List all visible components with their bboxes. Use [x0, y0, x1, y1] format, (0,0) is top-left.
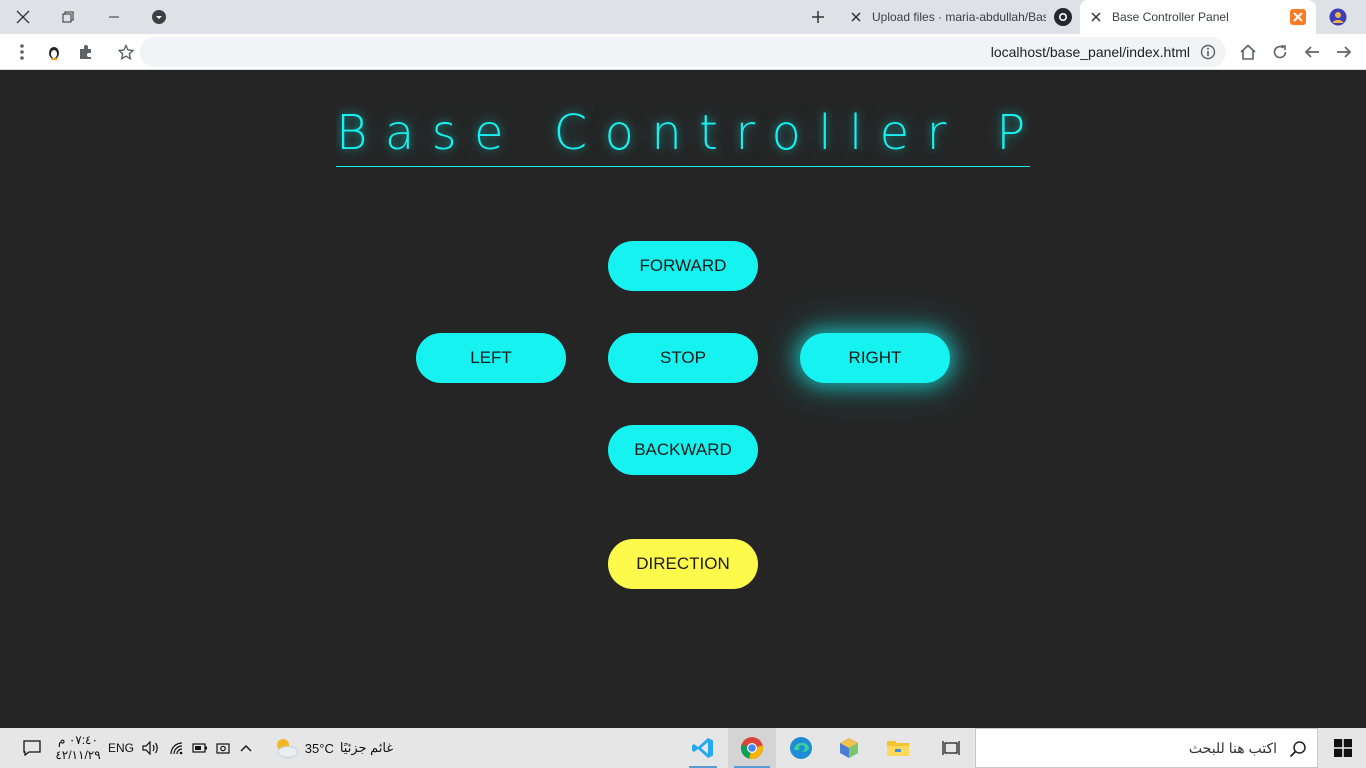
home-button[interactable] — [1236, 40, 1260, 64]
github-icon — [1054, 8, 1072, 26]
taskbar-chrome[interactable] — [728, 728, 776, 768]
tab-strip: Upload files · maria-abdullah/Bas Base C… — [0, 0, 1366, 34]
star-icon — [118, 44, 134, 60]
tab-label: Base Controller Panel — [1112, 10, 1229, 24]
weather-text: غائم جزئيًا — [339, 740, 394, 755]
direction-button[interactable]: DIRECTION — [608, 539, 758, 589]
weather-temp: 35°C — [304, 740, 334, 756]
task-view-icon — [942, 741, 960, 755]
meet-now-button[interactable] — [213, 728, 233, 768]
weather-widget[interactable]: 35°C غائم جزئيًا — [268, 728, 398, 768]
taskbar: ٠٧:٤٠ م ٤٢/١١/٢٩ ENG 35°C غائم جزئيًا اك… — [0, 728, 1366, 768]
forward-button[interactable]: FORWARD — [608, 241, 758, 291]
page-title: Base Controller Panel — [336, 105, 1030, 167]
restore-window-button[interactable] — [45, 0, 91, 34]
profile-button[interactable] — [1316, 0, 1360, 34]
chrome-icon — [740, 737, 763, 760]
clock-time: ٠٧:٤٠ م — [58, 733, 98, 747]
profile-icon — [1329, 8, 1347, 26]
tab-close-button[interactable] — [848, 9, 864, 25]
right-button[interactable]: RIGHT — [800, 333, 950, 383]
minimize-window-button[interactable] — [91, 0, 137, 34]
language-indicator[interactable]: ENG — [106, 728, 136, 768]
volume-icon — [142, 741, 158, 755]
stop-button[interactable]: STOP — [608, 333, 758, 383]
cube-icon — [840, 738, 858, 758]
penguin-icon — [49, 47, 59, 60]
page-content: Base Controller Panel FORWARD LEFT STOP … — [0, 71, 1366, 728]
volume-button[interactable] — [140, 728, 162, 768]
partly-cloudy-icon — [276, 739, 299, 758]
search-placeholder: اكتب هنا للبحث — [1188, 740, 1277, 756]
tab-upload-files[interactable]: Upload files · maria-abdullah/Bas — [842, 0, 1078, 34]
taskbar-file-explorer[interactable] — [876, 728, 920, 768]
tab-close-button[interactable] — [1088, 9, 1104, 25]
more-vert-icon — [20, 44, 24, 60]
minimize-icon — [109, 16, 119, 18]
reload-icon — [1273, 45, 1287, 59]
close-window-button[interactable] — [0, 0, 46, 34]
new-tab-button[interactable] — [795, 0, 841, 34]
address-bar[interactable]: localhost/base_panel/index.html — [140, 37, 1226, 67]
start-button[interactable] — [1320, 728, 1366, 768]
left-button[interactable]: LEFT — [416, 333, 566, 383]
taskbar-search-input[interactable]: اكتب هنا للبحث — [975, 728, 1318, 768]
close-icon — [851, 12, 861, 22]
search-icon — [1289, 741, 1306, 758]
info-icon[interactable] — [1200, 44, 1216, 60]
taskbar-app-cube[interactable] — [828, 728, 870, 768]
windows-icon — [1334, 739, 1352, 757]
extensions-button[interactable] — [74, 40, 98, 64]
show-hidden-icons-button[interactable] — [236, 728, 256, 768]
edge-icon — [790, 737, 812, 759]
battery-button[interactable] — [190, 728, 210, 768]
back-button[interactable] — [1300, 40, 1324, 64]
task-view-button[interactable] — [930, 728, 972, 768]
close-icon — [1091, 12, 1101, 22]
clock[interactable]: ٠٧:٤٠ م ٤٢/١١/٢٩ — [54, 728, 102, 768]
vscode-icon — [692, 738, 713, 758]
taskbar-edge[interactable] — [780, 728, 822, 768]
menu-button[interactable] — [10, 40, 34, 64]
extension-profile-button[interactable] — [42, 40, 66, 64]
clock-date: ٤٢/١١/٢٩ — [55, 748, 101, 762]
plus-icon — [812, 11, 824, 23]
url-text: localhost/base_panel/index.html — [990, 44, 1190, 60]
camera-icon — [216, 743, 230, 754]
arrow-right-icon — [1337, 46, 1352, 58]
reload-button[interactable] — [1268, 40, 1292, 64]
battery-icon — [192, 743, 207, 753]
chevron-down-icon — [152, 10, 166, 24]
tab-base-controller-panel[interactable]: Base Controller Panel — [1080, 0, 1316, 34]
bookmark-button[interactable] — [114, 40, 138, 64]
notification-icon — [23, 740, 41, 756]
network-button[interactable] — [166, 728, 188, 768]
chevron-up-icon — [240, 745, 252, 752]
notifications-button[interactable] — [16, 728, 48, 768]
browser-toolbar: localhost/base_panel/index.html — [0, 34, 1366, 70]
xampp-icon — [1290, 9, 1306, 25]
home-icon — [1240, 44, 1256, 60]
backward-button[interactable]: BACKWARD — [608, 425, 758, 475]
forward-nav-button[interactable] — [1332, 40, 1356, 64]
puzzle-icon — [80, 45, 91, 59]
taskbar-vscode[interactable] — [683, 728, 723, 768]
wifi-icon — [170, 742, 183, 755]
tab-search-button[interactable] — [136, 0, 182, 34]
folder-icon — [887, 741, 909, 756]
tab-label: Upload files · maria-abdullah/Bas — [872, 10, 1046, 24]
arrow-left-icon — [1304, 46, 1319, 58]
restore-icon — [62, 11, 74, 23]
close-icon — [16, 10, 30, 24]
